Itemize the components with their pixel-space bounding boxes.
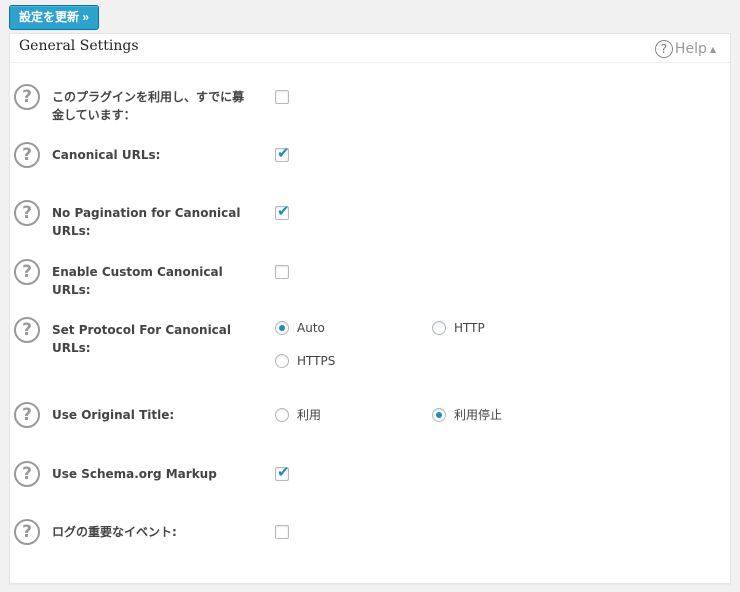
radio-label: 利用停止 bbox=[454, 408, 503, 422]
panel-title: General Settings bbox=[19, 38, 139, 54]
help-icon[interactable]: ? bbox=[14, 461, 40, 487]
canonical-urls-checkbox[interactable]: ✔ bbox=[275, 144, 290, 162]
help-icon[interactable]: ? bbox=[14, 259, 40, 285]
update-settings-button[interactable]: 設定を更新 » bbox=[9, 5, 100, 30]
setting-label: No Pagination for Canonical URLs: bbox=[52, 206, 241, 238]
general-settings-panel: General Settings ? Help ▲ ? このプラグインを利用し、… bbox=[9, 33, 731, 584]
schema-markup-checkbox[interactable]: ✔ bbox=[275, 463, 290, 481]
check-icon: ✔ bbox=[277, 463, 290, 481]
protocol-http-option[interactable]: HTTP bbox=[432, 321, 485, 335]
original-title-use-option[interactable]: 利用 bbox=[275, 406, 321, 423]
setting-label: Canonical URLs: bbox=[52, 148, 161, 162]
radio-button[interactable] bbox=[275, 354, 289, 368]
radio-button[interactable] bbox=[432, 321, 446, 335]
help-icon[interactable]: ? bbox=[14, 84, 40, 110]
radio-button[interactable] bbox=[275, 407, 289, 422]
radio-button[interactable] bbox=[432, 407, 446, 422]
check-icon: ✔ bbox=[277, 144, 290, 162]
custom-canonical-checkbox[interactable] bbox=[275, 265, 289, 279]
radio-button[interactable] bbox=[275, 321, 289, 335]
setting-label: Use Original Title: bbox=[52, 408, 175, 422]
radio-label: HTTPS bbox=[297, 354, 336, 368]
help-toggle[interactable]: ? Help ▲ bbox=[654, 40, 716, 58]
setting-label: Set Protocol For Canonical URLs: bbox=[52, 323, 232, 355]
help-icon[interactable]: ? bbox=[14, 200, 40, 226]
radio-label: 利用 bbox=[297, 408, 322, 422]
protocol-https-option[interactable]: HTTPS bbox=[275, 354, 335, 368]
setting-label: Use Schema.org Markup bbox=[52, 467, 217, 481]
caret-up-icon: ▲ bbox=[709, 44, 716, 54]
help-icon[interactable]: ? bbox=[14, 519, 40, 545]
help-icon[interactable]: ? bbox=[14, 142, 40, 168]
original-title-disable-option[interactable]: 利用停止 bbox=[432, 406, 502, 423]
setting-label: このプラグインを利用し、すでに募金しています： bbox=[52, 90, 245, 122]
radio-label: Auto bbox=[297, 321, 325, 335]
donated-checkbox[interactable] bbox=[275, 90, 289, 104]
help-label: Help bbox=[674, 41, 707, 57]
help-icon[interactable]: ? bbox=[14, 317, 40, 343]
radio-label: HTTP bbox=[454, 321, 485, 335]
help-question-icon: ? bbox=[654, 40, 673, 58]
help-icon[interactable]: ? bbox=[14, 402, 40, 428]
setting-label: Enable Custom Canonical URLs: bbox=[52, 265, 223, 297]
check-icon: ✔ bbox=[277, 202, 290, 220]
no-pagination-checkbox[interactable]: ✔ bbox=[275, 202, 290, 220]
panel-header: General Settings ? Help ▲ bbox=[10, 34, 730, 63]
setting-label: ログの重要なイベント: bbox=[52, 525, 177, 539]
log-events-checkbox[interactable] bbox=[275, 525, 289, 539]
protocol-auto-option[interactable]: Auto bbox=[275, 321, 325, 335]
